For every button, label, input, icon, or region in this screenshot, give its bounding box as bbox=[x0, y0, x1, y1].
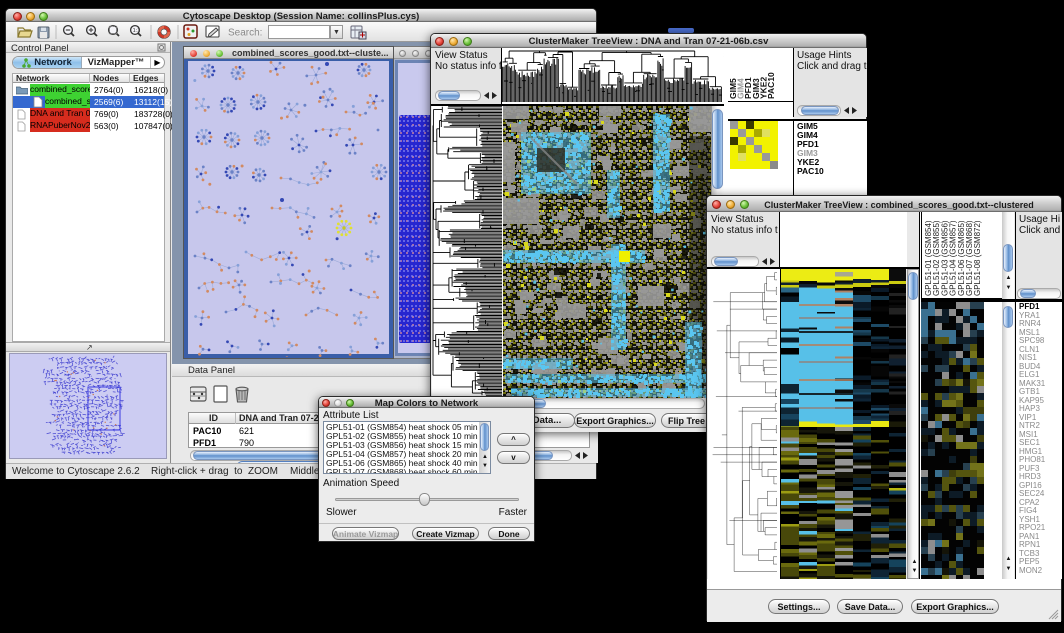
svg-text:Search:: Search: bbox=[228, 28, 262, 39]
svg-text:GPL51-08 (GSM872): GPL51-08 (GSM872) bbox=[973, 220, 982, 296]
svg-text:1:1: 1:1 bbox=[133, 28, 141, 34]
svg-text:PAC10: PAC10 bbox=[766, 72, 776, 99]
